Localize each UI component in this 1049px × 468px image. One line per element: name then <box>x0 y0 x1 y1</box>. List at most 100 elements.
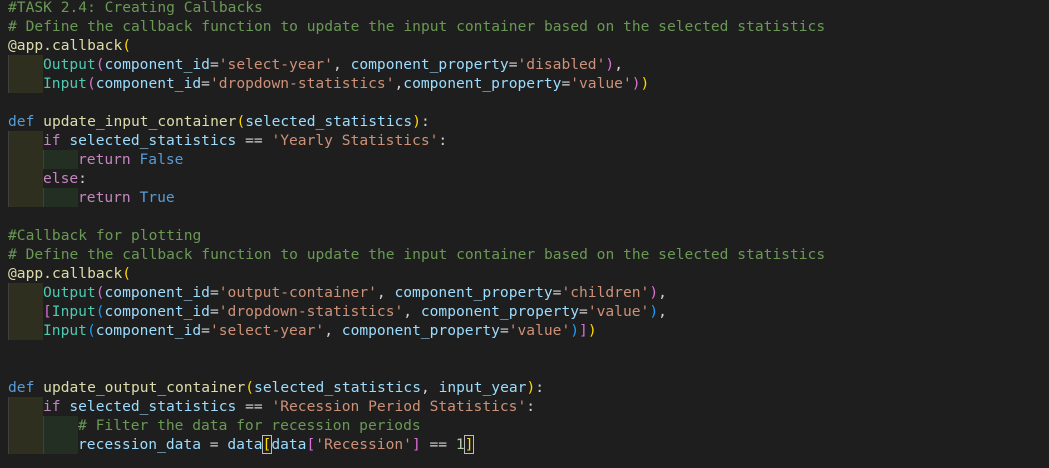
code-token: = <box>561 75 571 92</box>
code-token: 'dropdown-statistics' <box>209 75 395 92</box>
code-token: ( <box>86 75 96 92</box>
code-token: , <box>332 56 351 73</box>
indent-guide <box>8 169 43 188</box>
code-token: selected_statistics <box>69 132 237 149</box>
code-line[interactable]: Output(component_id='output-container', … <box>8 283 667 302</box>
indent-guide <box>8 131 43 150</box>
code-token: update_output_container <box>43 379 246 396</box>
code-token: # Define the callback function to update… <box>8 18 826 35</box>
code-token: , <box>324 322 342 339</box>
indent-guide <box>8 55 43 74</box>
indent-guide <box>8 74 43 93</box>
code-token: False <box>139 151 184 168</box>
code-token: #Callback for plotting <box>8 227 202 244</box>
code-token: ] <box>579 322 588 339</box>
indent-guide <box>8 416 43 435</box>
code-token: ) <box>587 322 597 339</box>
code-token: == <box>420 436 456 453</box>
code-token: update_input_container <box>43 113 237 130</box>
code-line[interactable]: def update_output_container(selected_sta… <box>8 378 544 397</box>
code-token: return <box>78 189 140 206</box>
code-token: data <box>271 436 307 453</box>
code-token: return <box>78 151 140 168</box>
code-token: : <box>535 379 545 396</box>
code-token: ) <box>605 56 615 73</box>
code-token: [ <box>306 436 316 453</box>
code-line[interactable]: if selected_statistics == 'Yearly Statis… <box>8 131 447 150</box>
code-token: , <box>394 75 404 92</box>
code-line[interactable]: Output(component_id='select-year', compo… <box>8 55 623 74</box>
code-token: , <box>658 303 667 320</box>
indent-guide <box>8 188 43 207</box>
code-token: component_property <box>403 75 562 92</box>
code-token: , <box>420 379 439 396</box>
code-line[interactable]: Input(component_id='dropdown-statistics'… <box>8 74 649 93</box>
indent-guide <box>43 150 78 169</box>
code-line[interactable]: # Filter the data for recession periods <box>8 416 421 435</box>
code-line[interactable]: @app.callback( <box>8 264 131 283</box>
code-token: #TASK 2.4: Creating Callbacks <box>8 0 263 16</box>
code-token: ) <box>649 303 659 320</box>
code-token: : <box>420 113 430 130</box>
code-line[interactable]: if selected_statistics == 'Recession Per… <box>8 397 535 416</box>
code-token: # Filter the data for recession periods <box>78 417 421 434</box>
indent-guide <box>8 302 43 321</box>
code-editor[interactable]: #TASK 2.4: Creating Callbacks # Define th… <box>0 0 1049 468</box>
code-token: ] <box>463 435 475 454</box>
code-line[interactable]: @app.callback( <box>8 36 131 55</box>
code-token: selected_statistics <box>245 113 413 130</box>
code-line[interactable]: # Define the callback function to update… <box>8 245 825 264</box>
code-token: selected_statistics <box>69 398 237 415</box>
code-token: [ <box>43 303 52 320</box>
code-token: , <box>614 56 623 73</box>
code-token: = <box>201 75 210 92</box>
code-line[interactable]: else: <box>8 169 87 188</box>
code-token: component_id <box>104 303 210 320</box>
code-token: = <box>508 56 518 73</box>
code-token: == <box>236 398 272 415</box>
code-token: == <box>236 132 272 149</box>
code-token: 1 <box>455 436 465 453</box>
code-line[interactable]: return True <box>8 188 175 207</box>
code-token: data <box>227 436 263 453</box>
code-line[interactable]: Input(component_id='select-year', compon… <box>8 321 597 340</box>
code-token: : <box>438 132 448 149</box>
code-token: ( <box>86 322 96 339</box>
code-token: 'value' <box>587 303 650 320</box>
code-token: @app. <box>8 37 52 54</box>
code-token: ) <box>570 322 580 339</box>
code-token: ( <box>95 303 105 320</box>
code-token: 'disabled' <box>517 56 606 73</box>
code-token: 'Yearly Statistics' <box>271 132 439 149</box>
code-token: ) <box>640 75 650 92</box>
code-line[interactable]: recession_data = data[data['Recession'] … <box>8 435 475 454</box>
code-line[interactable]: # Define the callback function to update… <box>8 17 825 36</box>
code-token: @app. <box>8 265 52 282</box>
code-token: ( <box>122 265 132 282</box>
code-line[interactable]: #Callback for plotting <box>8 226 201 245</box>
code-token: Input <box>51 303 96 320</box>
code-token: = <box>499 322 509 339</box>
code-token: 'children' <box>561 284 650 301</box>
code-token: ( <box>95 56 105 73</box>
indent-guide <box>8 321 43 340</box>
code-line[interactable]: #TASK 2.4: Creating Callbacks <box>8 0 263 17</box>
code-token: 'Recession Period Statistics' <box>271 398 527 415</box>
code-token: 'output-container' <box>218 284 377 301</box>
code-token: Input <box>43 75 87 92</box>
code-token: selected_statistics <box>254 379 421 396</box>
indent-guide <box>8 397 43 416</box>
code-token: component_property <box>394 284 553 301</box>
code-token: ( <box>95 284 105 301</box>
code-token: callback <box>51 37 123 54</box>
code-token: ) <box>631 75 641 92</box>
code-token: ( <box>236 113 246 130</box>
code-line[interactable]: def update_input_container(selected_stat… <box>8 112 430 131</box>
code-line[interactable]: [Input(component_id='dropdown-statistics… <box>8 302 667 321</box>
code-line[interactable]: return False <box>8 150 183 169</box>
code-token: True <box>139 189 175 206</box>
code-token: = <box>201 436 228 453</box>
code-token: if <box>43 132 70 149</box>
indent-guide <box>43 435 78 454</box>
code-token: component_id <box>104 284 210 301</box>
